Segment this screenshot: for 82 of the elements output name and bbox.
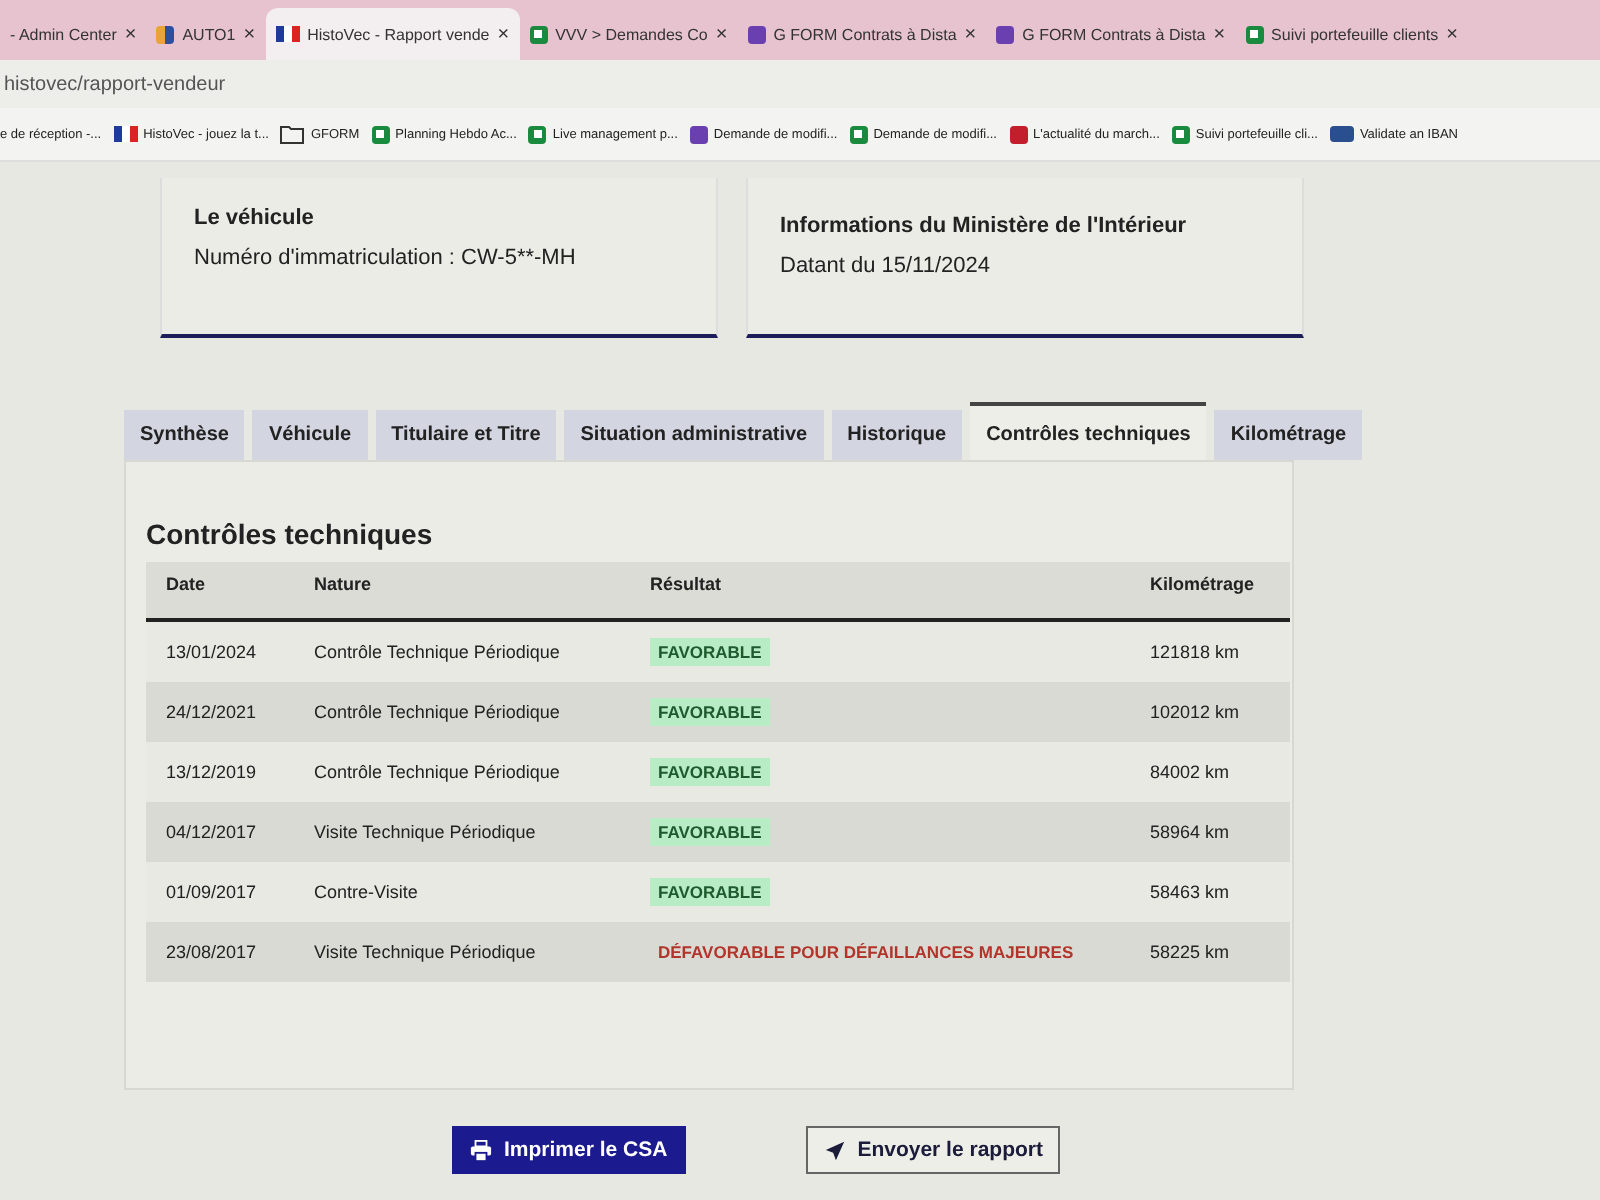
spreadsheet-icon: [371, 125, 390, 143]
card-text: Datant du 15/11/2024: [780, 254, 992, 278]
close-icon[interactable]: ×: [964, 23, 977, 45]
card-title: Le véhicule: [194, 206, 316, 230]
form-icon: [996, 25, 1015, 43]
table-cell-text: 58964 km: [1148, 822, 1232, 842]
column-header: Résultat: [648, 574, 724, 594]
browser-tab[interactable]: HistoVec - Rapport vende ×: [265, 8, 520, 60]
close-icon[interactable]: ×: [1213, 23, 1226, 45]
result-label: FAVORABLE: [650, 878, 770, 906]
form-icon: [747, 25, 766, 43]
table-cell-text: 04/12/2017: [164, 822, 259, 842]
card-title: Informations du Ministère de l'Intérieur: [780, 214, 1189, 238]
folder-icon: [280, 124, 305, 144]
browser-tab[interactable]: AUTO1 ×: [146, 8, 266, 60]
logo-icon: [1009, 125, 1027, 143]
address-bar[interactable]: histovec/rapport-vendeur: [0, 60, 1600, 108]
result-label: FAVORABLE: [650, 758, 770, 786]
tab-title: HistoVec - Rapport vende: [307, 25, 490, 43]
tab-title: G FORM Contrats à Dista: [773, 25, 957, 43]
close-icon[interactable]: ×: [124, 23, 137, 45]
tab[interactable]: Titulaire et Titre: [375, 410, 557, 460]
table-cell-text: 58463 km: [1148, 882, 1232, 902]
browser-tab[interactable]: G FORM Contrats à Dista ×: [986, 8, 1236, 60]
result-label: DÉFAVORABLE POUR DÉFAILLANCES MAJEURES: [656, 940, 1076, 966]
tab[interactable]: Historique: [831, 410, 963, 460]
send-button[interactable]: Envoyer le rapport: [805, 1126, 1061, 1174]
square-logo-icon: [156, 25, 175, 43]
tab[interactable]: Kilométrage: [1214, 410, 1363, 460]
table-cell-text: 01/09/2017: [164, 882, 259, 902]
table-cell-text: Contrôle Technique Périodique: [312, 702, 562, 722]
browser-tab[interactable]: - Admin Center ×: [0, 8, 147, 60]
result-label: FAVORABLE: [650, 698, 770, 726]
close-icon[interactable]: ×: [243, 23, 256, 45]
table-cell-text: 24/12/2021: [164, 702, 259, 722]
card-text: Numéro d'immatriculation : CW-5**-MH: [194, 246, 578, 270]
column-header: Nature: [312, 574, 374, 594]
table-cell-text: 13/12/2019: [164, 762, 259, 782]
spreadsheet-icon: [528, 125, 547, 143]
column-header: Date: [164, 574, 208, 594]
flag-icon: [275, 26, 300, 42]
table-cell-text: Visite Technique Périodique: [312, 942, 538, 962]
tab[interactable]: Situation administrative: [564, 410, 824, 460]
print-button[interactable]: Imprimer le CSA: [452, 1126, 686, 1174]
table-cell-text: 102012 km: [1148, 702, 1242, 722]
result-label: FAVORABLE: [650, 818, 770, 846]
browser-tab[interactable]: Suivi portefeuille clients ×: [1235, 8, 1468, 60]
result-label: FAVORABLE: [650, 638, 770, 666]
close-icon[interactable]: ×: [497, 23, 510, 45]
tab-title: - Admin Center: [10, 25, 117, 43]
flag-icon: [113, 126, 138, 142]
send-icon: [823, 1139, 846, 1161]
table-cell-text: Contrôle Technique Périodique: [312, 642, 562, 662]
table-cell-text: 58225 km: [1148, 942, 1232, 962]
tab[interactable]: Contrôles techniques: [970, 402, 1207, 460]
tab-title: VVV > Demandes Co: [555, 25, 708, 43]
table-cell-text: Contrôle Technique Périodique: [312, 762, 562, 782]
section-title: Contrôles techniques: [146, 518, 435, 550]
close-icon[interactable]: ×: [715, 23, 728, 45]
tab[interactable]: Synthèse: [124, 410, 245, 460]
table-cell-text: 121818 km: [1148, 642, 1242, 662]
tab-title: G FORM Contrats à Dista: [1022, 25, 1206, 43]
browser-tab[interactable]: VVV > Demandes Co ×: [519, 8, 738, 60]
close-icon[interactable]: ×: [1446, 23, 1458, 45]
browser-tab[interactable]: G FORM Contrats à Dista ×: [737, 8, 987, 60]
table-cell-text: 84002 km: [1148, 762, 1232, 782]
tab-title: Suivi portefeuille clients: [1271, 25, 1439, 43]
printer-icon: [470, 1139, 492, 1161]
spreadsheet-icon: [1245, 25, 1264, 43]
url-text: histovec/rapport-vendeur: [4, 73, 226, 95]
table-cell-text: Contre-Visite: [312, 882, 420, 902]
form-icon: [689, 125, 708, 143]
tab-title: AUTO1: [182, 25, 236, 43]
spreadsheet-icon: [1171, 125, 1190, 143]
column-header: Kilométrage: [1148, 574, 1257, 594]
spreadsheet-icon: [529, 25, 548, 43]
logo-icon: [1329, 126, 1354, 142]
spreadsheet-icon: [849, 125, 868, 143]
table-cell-text: 13/01/2024: [164, 642, 259, 662]
tab[interactable]: Véhicule: [252, 410, 368, 460]
table-cell-text: Visite Technique Périodique: [312, 822, 538, 842]
table-cell-text: 23/08/2017: [164, 942, 259, 962]
